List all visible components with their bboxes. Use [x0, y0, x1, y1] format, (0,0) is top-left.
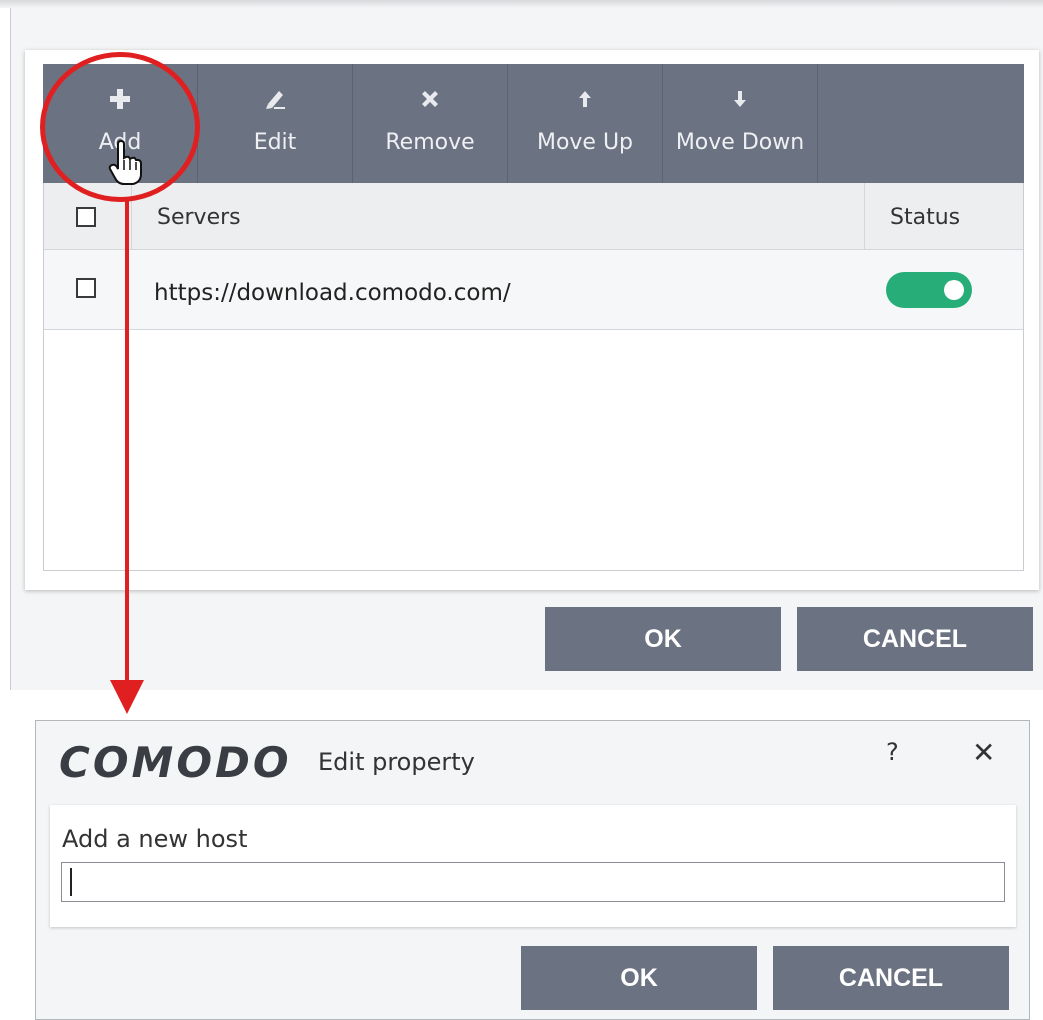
comodo-logo: COMODO [59, 738, 292, 787]
arrow-down-icon [733, 88, 747, 110]
select-all-checkbox[interactable] [76, 207, 96, 227]
arrow-up-icon [578, 88, 592, 110]
ok-button[interactable]: OK [545, 607, 781, 671]
separator-strip [0, 690, 1043, 720]
help-button[interactable]: ? [886, 738, 899, 766]
server-url: https://download.comodo.com/ [154, 280, 511, 306]
close-icon[interactable]: ✕ [972, 736, 995, 769]
dialog-ok-button[interactable]: OK [521, 946, 757, 1010]
x-icon [419, 88, 441, 110]
pencil-icon [264, 88, 286, 110]
dialog-title: Edit property [318, 748, 475, 776]
move-up-button[interactable]: Move Up [508, 64, 663, 183]
host-input[interactable] [61, 862, 1005, 902]
servers-column-header[interactable]: Servers [157, 205, 241, 230]
annotation-arrow-head [110, 680, 144, 714]
remove-button[interactable]: Remove [353, 64, 508, 183]
edit-label: Edit [253, 130, 297, 155]
move-up-label: Move Up [536, 130, 634, 155]
text-caret [70, 868, 72, 896]
annotation-arrow-line [125, 198, 129, 688]
table-header: Servers Status [44, 183, 1023, 250]
servers-table: Servers Status https://download.comodo.c… [43, 183, 1024, 571]
edit-button[interactable]: Edit [198, 64, 353, 183]
move-down-button[interactable]: Move Down [663, 64, 818, 183]
status-column-header[interactable]: Status [890, 205, 960, 230]
remove-label: Remove [385, 130, 475, 155]
toggle-knob [944, 280, 964, 300]
column-divider [864, 183, 865, 249]
table-row[interactable]: https://download.comodo.com/ [44, 250, 1023, 330]
status-toggle[interactable] [886, 272, 972, 308]
host-field-label: Add a new host [62, 825, 248, 853]
hand-cursor-icon [108, 139, 144, 190]
move-down-label: Move Down [675, 130, 805, 155]
cancel-button[interactable]: CANCEL [797, 607, 1033, 671]
dialog-cancel-button[interactable]: CANCEL [773, 946, 1009, 1010]
row-checkbox[interactable] [76, 278, 96, 298]
window-top-edge [0, 0, 1043, 8]
